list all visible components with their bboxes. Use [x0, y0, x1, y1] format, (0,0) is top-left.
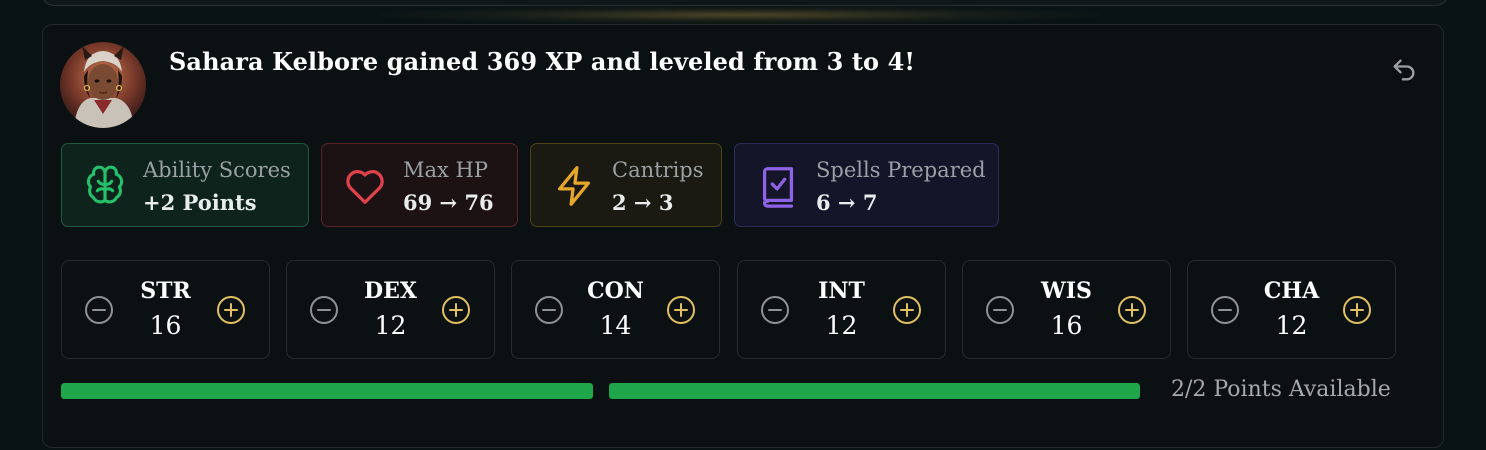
summary-label: Spells Prepared	[816, 158, 986, 182]
stat-cha: CHA 12	[1187, 260, 1396, 359]
summary-value: 69 → 76	[403, 190, 494, 215]
stat-score: 16	[1050, 311, 1083, 340]
character-portrait	[60, 42, 146, 128]
minus-circle-icon	[535, 296, 563, 324]
points-available-label: 2/2 Points Available	[1171, 377, 1391, 402]
increase-str-button[interactable]	[215, 294, 247, 326]
plus-circle-icon	[217, 296, 245, 324]
stat-dex: DEX 12	[286, 260, 495, 359]
minus-circle-icon	[761, 296, 789, 324]
point-bar-2	[609, 383, 1140, 399]
minus-circle-icon	[1211, 296, 1239, 324]
stat-con: CON 14	[511, 260, 720, 359]
stat-wis: WIS 16	[962, 260, 1171, 359]
stat-abbr: STR	[140, 278, 191, 304]
spellbook-icon	[755, 163, 801, 209]
point-bar-fill	[609, 383, 1140, 399]
increase-con-button[interactable]	[665, 294, 697, 326]
minus-circle-icon	[986, 296, 1014, 324]
summary-label: Ability Scores	[143, 158, 291, 182]
decrease-con-button[interactable]	[533, 294, 565, 326]
stat-abbr: DEX	[364, 278, 417, 304]
stat-score: 12	[374, 311, 407, 340]
point-bar-1	[61, 383, 593, 399]
minus-circle-icon	[85, 296, 113, 324]
stat-score: 12	[825, 311, 858, 340]
undo-button[interactable]	[1387, 53, 1421, 87]
level-up-headline: Sahara Kelbore gained 369 XP and leveled…	[169, 47, 916, 76]
plus-circle-icon	[667, 296, 695, 324]
increase-dex-button[interactable]	[440, 294, 472, 326]
minus-circle-icon	[310, 296, 338, 324]
increase-cha-button[interactable]	[1341, 294, 1373, 326]
plus-circle-icon	[442, 296, 470, 324]
undo-icon	[1393, 59, 1415, 81]
increase-wis-button[interactable]	[1116, 294, 1148, 326]
summary-value: 2 → 3	[612, 190, 674, 215]
decrease-dex-button[interactable]	[308, 294, 340, 326]
spells-prepared-summary: Spells Prepared 6 → 7	[734, 143, 999, 227]
stat-abbr: CHA	[1263, 278, 1320, 304]
plus-circle-icon	[893, 296, 921, 324]
ability-scores-summary: Ability Scores +2 Points	[61, 143, 309, 227]
decrease-int-button[interactable]	[759, 294, 791, 326]
point-bar-fill	[61, 383, 593, 399]
stat-str: STR 16	[61, 260, 270, 359]
summary-value: 6 → 7	[816, 190, 878, 215]
lightning-icon	[551, 163, 597, 209]
stat-int: INT 12	[737, 260, 946, 359]
summary-label: Cantrips	[612, 158, 704, 182]
stat-score: 16	[149, 311, 182, 340]
decrease-cha-button[interactable]	[1209, 294, 1241, 326]
stat-score: 12	[1275, 311, 1308, 340]
plus-circle-icon	[1118, 296, 1146, 324]
header-glow	[380, 6, 1100, 24]
decrease-str-button[interactable]	[83, 294, 115, 326]
level-up-card: Sahara Kelbore gained 369 XP and leveled…	[42, 24, 1444, 448]
max-hp-summary: Max HP 69 → 76	[321, 143, 518, 227]
cantrips-summary: Cantrips 2 → 3	[530, 143, 722, 227]
avatar	[60, 42, 146, 128]
stat-abbr: INT	[818, 278, 865, 304]
increase-int-button[interactable]	[891, 294, 923, 326]
stat-abbr: WIS	[1041, 278, 1092, 304]
plus-circle-icon	[1343, 296, 1371, 324]
brain-icon	[82, 163, 128, 209]
heart-icon	[342, 163, 388, 209]
summary-label: Max HP	[403, 158, 488, 182]
stat-score: 14	[599, 311, 632, 340]
summary-value: +2 Points	[143, 190, 257, 215]
decrease-wis-button[interactable]	[984, 294, 1016, 326]
level-up-page: Sahara Kelbore gained 369 XP and leveled…	[0, 0, 1486, 450]
stat-abbr: CON	[587, 278, 644, 304]
